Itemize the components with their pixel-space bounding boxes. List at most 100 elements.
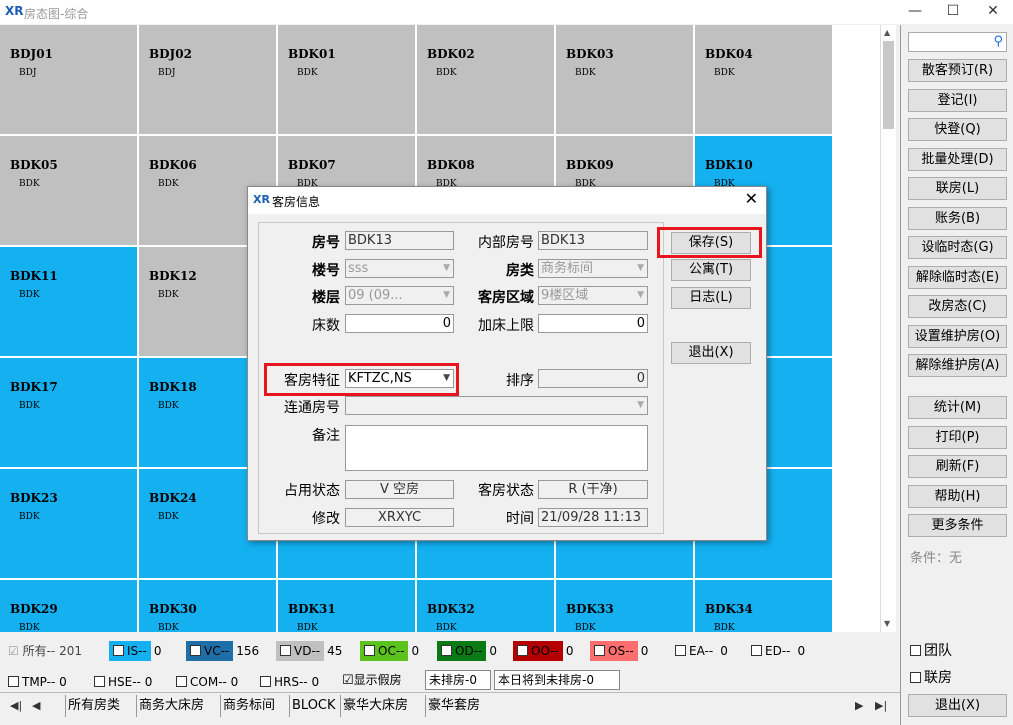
legend-item[interactable]: TMP-- 0 (8, 672, 67, 692)
room-tile[interactable]: BDK01 BDK (278, 25, 416, 135)
room-type-label: 房类 (506, 263, 534, 279)
legend-item[interactable]: VD-- 45 (276, 641, 342, 661)
tab-room-type[interactable]: 豪华套房 (425, 695, 482, 717)
beds-field[interactable]: 0 (345, 314, 454, 333)
dialog-close-icon[interactable]: ✕ (745, 189, 758, 208)
grid-scrollbar[interactable]: ▲ ▼ (880, 25, 896, 632)
room-tile[interactable]: BDK05 BDK (0, 136, 138, 246)
sidebar-button[interactable]: 帮助(H) (908, 484, 1007, 508)
sidebar-button[interactable]: 散客预订(R) (908, 59, 1007, 82)
connect-room-select[interactable]: ▼ (345, 396, 648, 415)
sidebar-button[interactable]: 快登(Q) (908, 118, 1007, 141)
sidebar-button[interactable]: 账务(B) (908, 206, 1007, 230)
legend-item[interactable]: OO-- 0 (513, 641, 574, 661)
room-tile[interactable]: BDK31 BDK (278, 580, 416, 632)
room-tile[interactable]: BDK33 BDK (556, 580, 694, 632)
time-label: 时间 (506, 511, 534, 527)
tab-prev-icon[interactable]: ◀ (32, 699, 40, 712)
legend-item[interactable]: ED-- 0 (747, 641, 805, 661)
room-tile[interactable]: BDK04 BDK (695, 25, 833, 135)
legend-item[interactable]: OD-- 0 (437, 641, 497, 661)
legend-count: 0 (797, 644, 806, 658)
room-number: BDK31 (288, 602, 336, 616)
room-tile[interactable]: BDK03 BDK (556, 25, 694, 135)
sidebar-button[interactable]: 登记(I) (908, 88, 1007, 112)
area-select[interactable]: 9楼区域 ▼ (538, 286, 648, 305)
building-select[interactable]: sss ▼ (345, 259, 454, 278)
legend-count: 0 (153, 644, 162, 658)
sidebar-button[interactable]: 设置维护房(O) (908, 324, 1007, 348)
room-no-field[interactable]: BDK13 (345, 231, 454, 250)
sidebar-button[interactable]: 批量处理(D) (908, 147, 1007, 171)
tab-room-type[interactable]: 豪华大床房 (340, 695, 410, 717)
condition-text: 条件：无 (910, 551, 963, 566)
tab-first-icon[interactable]: ◀| (10, 699, 22, 712)
legend-label: IS-- (127, 644, 147, 658)
legend-item[interactable]: COM-- 0 (176, 672, 238, 692)
maximize-button[interactable]: ☐ (933, 0, 973, 24)
sidebar-button[interactable]: 统计(M) (908, 396, 1007, 419)
sidebar-button[interactable]: 刷新(F) (908, 455, 1007, 478)
room-tile[interactable]: BDJ02 BDJ (139, 25, 277, 135)
link-room-checkbox[interactable]: 联房 (910, 667, 952, 687)
feature-highlight-box (264, 363, 459, 396)
scroll-down-icon[interactable]: ▼ (884, 619, 890, 628)
legend-item[interactable]: IS-- 0 (109, 641, 161, 661)
room-tile[interactable]: BDK02 BDK (417, 25, 555, 135)
legend-item[interactable]: OS-- 0 (590, 641, 648, 661)
room-tile[interactable]: BDK17 BDK (0, 358, 138, 468)
sidebar-button[interactable]: 更多条件 (908, 514, 1007, 537)
room-tile[interactable]: BDK30 BDK (139, 580, 277, 632)
legend-item[interactable]: HRS-- 0 (260, 672, 319, 692)
room-type-code: BDK (158, 401, 179, 411)
legend-all[interactable]: ☑ 所有-- 201 (8, 641, 82, 661)
room-type-code: BDK (714, 623, 735, 632)
legend-item[interactable]: HSE-- 0 (94, 672, 152, 692)
sidebar-button[interactable]: 打印(P) (908, 425, 1007, 449)
room-tile[interactable]: BDK23 BDK (0, 469, 138, 579)
extra-bed-label: 加床上限 (478, 318, 534, 334)
search-input[interactable]: ⚲ (908, 32, 1007, 52)
team-checkbox[interactable]: 团队 (910, 640, 952, 660)
room-tile[interactable]: BDK11 BDK (0, 247, 138, 357)
minimize-button[interactable]: — (895, 0, 935, 24)
tab-room-type[interactable]: 所有房类 (65, 695, 122, 717)
tab-last-icon[interactable]: ▶| (875, 699, 887, 712)
remark-textarea[interactable] (345, 425, 648, 471)
floor-select[interactable]: 09 (09... ▼ (345, 286, 454, 305)
sidebar-button[interactable]: 设临时态(G) (908, 236, 1007, 259)
room-type-code: BDK (158, 179, 179, 189)
sidebar-exit-button[interactable]: 退出(X) (908, 694, 1007, 717)
tab-next-icon[interactable]: ▶ (855, 699, 863, 712)
log-button[interactable]: 日志(L) (671, 287, 751, 309)
tab-room-type[interactable]: 商务标间 (220, 695, 277, 717)
sort-field[interactable]: 0 (538, 369, 648, 388)
search-icon[interactable]: ⚲ (993, 34, 1003, 49)
room-tile[interactable]: BDJ01 BDJ (0, 25, 138, 135)
room-status-label: 客房状态 (478, 483, 534, 499)
room-tile[interactable]: BDK32 BDK (417, 580, 555, 632)
legend-item[interactable]: VC-- 156 (186, 641, 259, 661)
scrollbar-thumb[interactable] (883, 41, 894, 129)
sidebar-button[interactable]: 解除临时态(E) (908, 265, 1007, 289)
scroll-up-icon[interactable]: ▲ (884, 28, 890, 37)
close-button[interactable]: ✕ (973, 0, 1013, 24)
room-tile[interactable]: BDK29 BDK (0, 580, 138, 632)
inner-room-no-field[interactable]: BDK13 (538, 231, 648, 250)
room-tile[interactable]: BDK34 BDK (695, 580, 833, 632)
sidebar-button[interactable]: 改房态(C) (908, 295, 1007, 318)
room-type-code: BDK (297, 623, 318, 632)
sidebar-button[interactable]: 解除维护房(A) (908, 354, 1007, 377)
legend-item[interactable]: EA-- 0 (671, 641, 728, 661)
sidebar-button[interactable]: 联房(L) (908, 177, 1007, 200)
show-fake-room-checkbox[interactable]: ☑显示假房 (342, 670, 402, 690)
building-label: 楼号 (312, 263, 340, 279)
room-type-select[interactable]: 商务标间 ▼ (538, 259, 648, 278)
chevron-down-icon: ▼ (443, 290, 450, 300)
legend-item[interactable]: OC-- 0 (360, 641, 419, 661)
dialog-exit-button[interactable]: 退出(X) (671, 342, 751, 364)
tab-room-type[interactable]: 商务大床房 (136, 695, 206, 717)
apartment-button[interactable]: 公寓(T) (671, 259, 751, 281)
extra-bed-field[interactable]: 0 (538, 314, 648, 333)
tab-room-type[interactable]: BLOCK (289, 695, 338, 717)
